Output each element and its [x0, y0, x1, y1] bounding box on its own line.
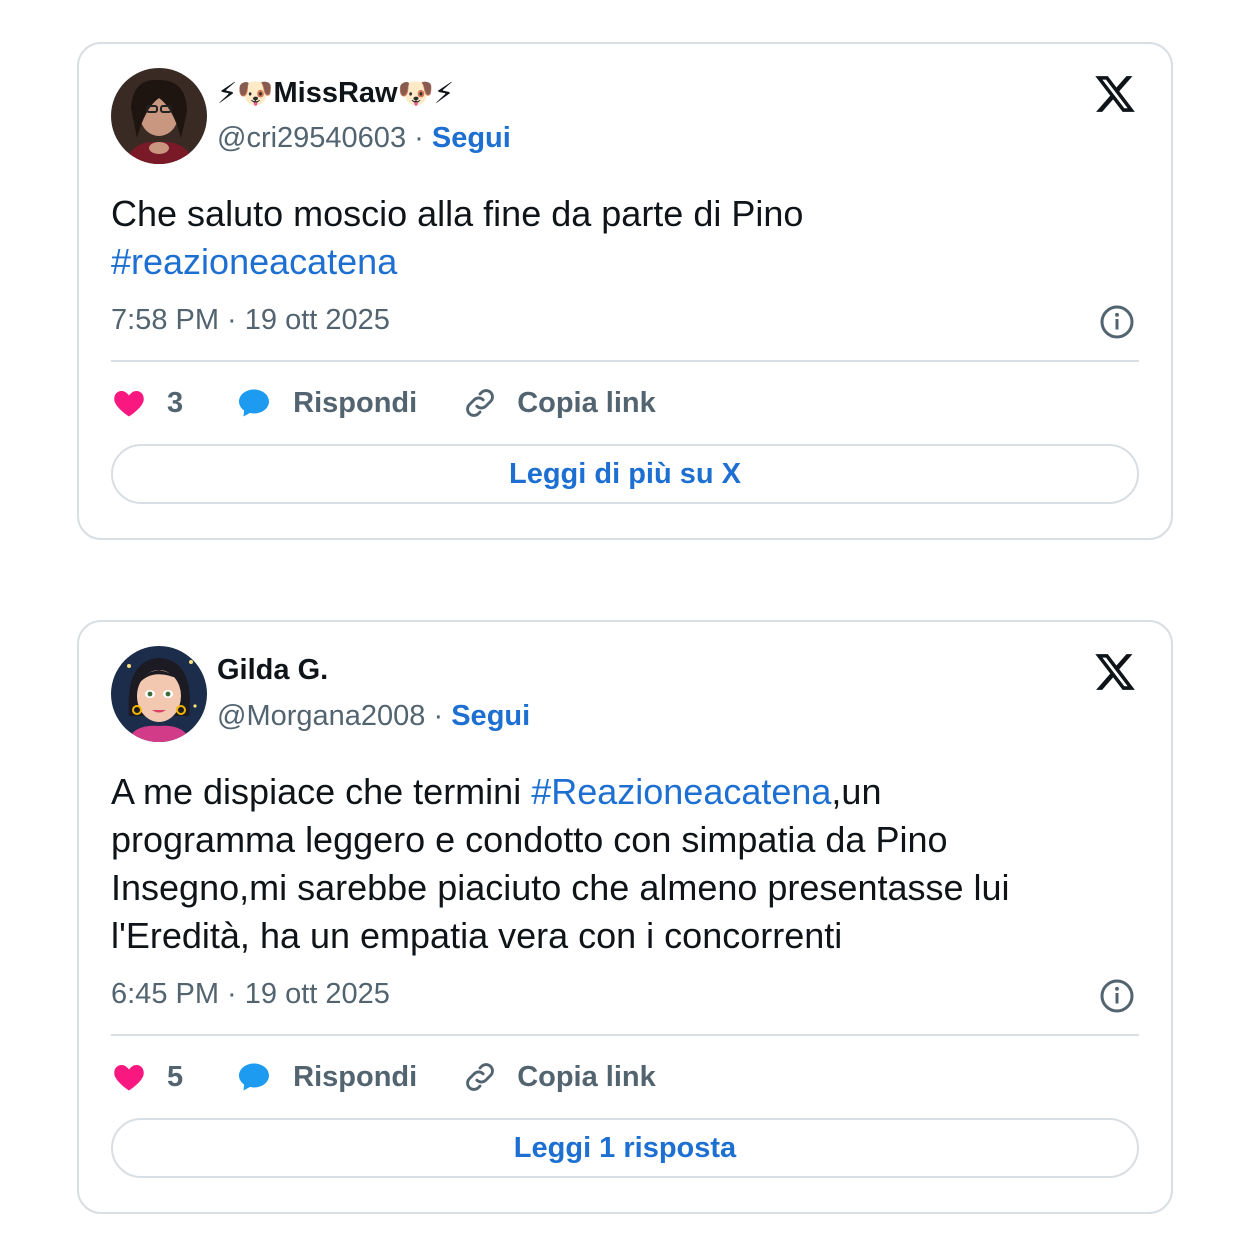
- display-name-text: MissRaw: [273, 77, 398, 109]
- read-replies-button[interactable]: Leggi 1 risposta: [111, 1118, 1139, 1178]
- tweet-text: Che saluto moscio alla fine da parte di …: [111, 190, 803, 286]
- display-name[interactable]: ⚡🐶 MissRaw 🐶⚡: [217, 76, 454, 111]
- copy-link-button[interactable]: Copia link: [461, 1058, 656, 1096]
- copy-link-label: Copia link: [517, 1060, 656, 1093]
- copy-link-button[interactable]: Copia link: [461, 384, 656, 422]
- tweet-card: ⚡🐶 MissRaw 🐶⚡ @cri29540603 · Segui Che s…: [77, 42, 1173, 540]
- tweet-text-line: A me dispiace che termini #Reazioneacate…: [111, 768, 1010, 816]
- text-segment: ,un: [831, 771, 882, 812]
- info-icon[interactable]: [1099, 978, 1135, 1014]
- tweet-card: Gilda G. @Morgana2008 · Segui A me dispi…: [77, 620, 1173, 1214]
- reply-button[interactable]: Rispondi: [235, 1059, 417, 1095]
- separator: ·: [414, 122, 424, 154]
- heart-icon: [111, 385, 147, 421]
- like-button[interactable]: 5: [111, 1059, 183, 1095]
- read-more-button[interactable]: Leggi di più su X: [111, 444, 1139, 504]
- name-decoration-right: 🐶⚡: [397, 78, 455, 110]
- reply-button[interactable]: Rispondi: [235, 385, 417, 421]
- action-bar: 3 Rispondi Copia link: [111, 384, 656, 422]
- follow-button[interactable]: Segui: [451, 700, 530, 732]
- tweet-text-line: Che saluto moscio alla fine da parte di …: [111, 193, 804, 234]
- timestamp[interactable]: 7:58 PM · 19 ott 2025: [111, 304, 390, 337]
- speech-bubble-icon: [235, 385, 273, 421]
- reply-label: Rispondi: [293, 1060, 418, 1093]
- follow-button[interactable]: Segui: [432, 122, 511, 154]
- handle[interactable]: @cri29540603: [217, 122, 406, 154]
- x-logo-icon[interactable]: [1093, 72, 1137, 116]
- avatar[interactable]: [111, 646, 207, 742]
- like-count: 3: [167, 386, 184, 419]
- action-bar: 5 Rispondi Copia link: [111, 1058, 656, 1096]
- heart-icon: [111, 1059, 147, 1095]
- hashtag-link[interactable]: #Reazioneacatena: [531, 771, 831, 812]
- speech-bubble-icon: [235, 1059, 273, 1095]
- name-decoration-left: ⚡🐶: [217, 78, 274, 110]
- handle-line: @cri29540603 · Segui: [217, 122, 511, 155]
- tweet-text-line: programma leggero e condotto con simpati…: [111, 819, 948, 860]
- copy-link-label: Copia link: [517, 386, 656, 419]
- hashtag-link[interactable]: #reazioneacatena: [111, 238, 803, 286]
- text-segment: A me dispiace che termini: [111, 771, 532, 812]
- handle[interactable]: @Morgana2008: [217, 700, 425, 732]
- divider: [111, 360, 1139, 362]
- divider: [111, 1034, 1139, 1036]
- avatar[interactable]: [111, 68, 207, 164]
- display-name[interactable]: Gilda G.: [217, 654, 328, 687]
- like-count: 5: [167, 1060, 184, 1093]
- timestamp[interactable]: 6:45 PM · 19 ott 2025: [111, 978, 390, 1011]
- tweet-text-line: Insegno,mi sarebbe piaciuto che almeno p…: [111, 867, 1010, 908]
- tweet-text-line: l'Eredità, ha un empatia vera con i conc…: [111, 915, 843, 956]
- like-button[interactable]: 3: [111, 385, 183, 421]
- reply-label: Rispondi: [293, 386, 418, 419]
- display-name-text: Gilda G.: [217, 654, 329, 686]
- tweet-text: A me dispiace che termini #Reazioneacate…: [111, 768, 1010, 960]
- x-logo-icon[interactable]: [1093, 650, 1137, 694]
- link-icon: [461, 1058, 499, 1096]
- info-icon[interactable]: [1099, 304, 1135, 340]
- separator: ·: [433, 700, 444, 732]
- link-icon: [461, 384, 499, 422]
- handle-line: @Morgana2008 · Segui: [217, 700, 530, 733]
